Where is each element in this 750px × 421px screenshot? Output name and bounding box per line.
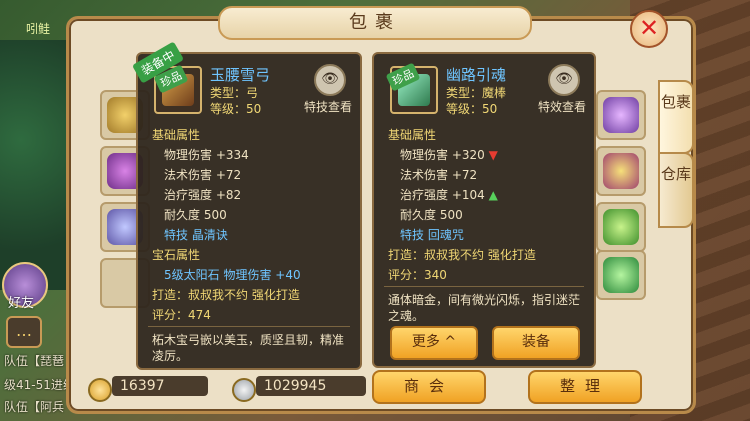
team-line-2: 级41-51进线 — [4, 378, 75, 392]
eye-icon[interactable]: 👁 — [314, 64, 346, 96]
stat-heal: 治疗强度 +82 — [164, 188, 242, 202]
tab-bag[interactable]: 包裹 — [658, 80, 694, 154]
effect-view-button[interactable]: 特效查看 — [538, 98, 586, 115]
tab-storage-label: 仓库 — [660, 165, 691, 183]
silver-amount: 1029945 — [256, 376, 366, 396]
item-description: 柘木宝弓嵌以美玉，质坚且韧，精准凌厉。 — [152, 333, 345, 363]
skill-view-button[interactable]: 特技查看 — [304, 98, 352, 115]
inventory-slot[interactable] — [596, 90, 646, 140]
shop-button[interactable]: 商会 — [372, 370, 486, 404]
divider — [148, 326, 350, 327]
base-attr-title: 基础属性 — [152, 128, 201, 142]
equipped-item-tooltip: 装备中 珍品 玉腰雪弓 类型：弓 等级：50 👁 特技查看 基础属性 物理伤害 … — [131, 41, 362, 370]
window-title: 包裹 — [218, 6, 532, 40]
compare-item-tooltip: 珍品 幽路引魂 类型：魔棒 等级：50 👁 特效查看 基础属性 物理伤害 +32… — [372, 52, 596, 368]
item-name: 幽路引魂 — [446, 66, 507, 84]
inventory-slot[interactable] — [596, 202, 646, 252]
arrow-up-icon: ▲ — [488, 188, 498, 202]
item-name: 玉腰雪弓 — [210, 66, 271, 84]
stat-durability: 耐久度 500 — [400, 208, 463, 222]
player-name-label: 吲鲑 — [26, 22, 51, 36]
silver-coin-icon — [232, 378, 256, 402]
forge-line: 打造：叔叔我不约 强化打造 — [388, 248, 536, 262]
friend-label[interactable]: 好友 — [8, 292, 34, 311]
stat-phys-value: 物理伤害 +320 — [400, 148, 485, 162]
gem-attr: 5级太阳石 物理伤害 +40 — [164, 268, 301, 282]
stat-heal-value: 治疗强度 +104 — [400, 188, 485, 202]
close-icon[interactable]: ✕ — [630, 10, 668, 48]
gem-attr-title: 宝石属性 — [152, 248, 201, 262]
inventory-slot[interactable] — [596, 250, 646, 300]
stat-magic: 法术伤害 +72 — [164, 168, 242, 182]
forge-line: 打造：叔叔我不约 强化打造 — [152, 288, 300, 302]
chat-icon[interactable]: … — [6, 316, 42, 348]
inventory-slot[interactable] — [596, 146, 646, 196]
item-type: 类型：魔棒 — [446, 86, 507, 100]
team-line-3: 队伍【阿兵 — [4, 400, 65, 414]
tab-bag-label: 包裹 — [660, 93, 691, 111]
score: 评分：474 — [152, 308, 211, 322]
arrow-down-icon: ▼ — [488, 148, 498, 162]
equip-button[interactable]: 装备 — [492, 326, 580, 360]
item-type: 类型：弓 — [210, 86, 259, 100]
item-skill: 特技 回魂咒 — [400, 228, 464, 242]
item-level: 等级：50 — [446, 102, 498, 116]
stat-durability: 耐久度 500 — [164, 208, 227, 222]
stat-magic: 法术伤害 +72 — [400, 168, 478, 182]
item-skill: 特技 晶清诀 — [164, 228, 228, 242]
stat-phys: 物理伤害 +320 ▼ — [400, 146, 498, 163]
sort-button[interactable]: 整理 — [528, 370, 642, 404]
stat-heal: 治疗强度 +104 ▲ — [400, 186, 498, 203]
eye-icon[interactable]: 👁 — [548, 64, 580, 96]
tab-storage[interactable]: 仓库 — [658, 152, 694, 228]
item-level: 等级：50 — [210, 102, 262, 116]
tree-decoration — [0, 40, 70, 290]
gold-amount: 16397 — [112, 376, 208, 396]
score: 评分：340 — [388, 268, 447, 282]
team-line-1: 队伍【琵琶 — [4, 354, 65, 368]
gold-coin-icon — [88, 378, 112, 402]
base-attr-title: 基础属性 — [388, 128, 437, 142]
more-button[interactable]: 更多 ^ — [390, 326, 478, 360]
divider — [384, 286, 584, 287]
stat-phys: 物理伤害 +334 — [164, 148, 249, 162]
item-description: 通体暗金，间有微光闪烁，指引迷茫之魂。 — [388, 293, 581, 323]
